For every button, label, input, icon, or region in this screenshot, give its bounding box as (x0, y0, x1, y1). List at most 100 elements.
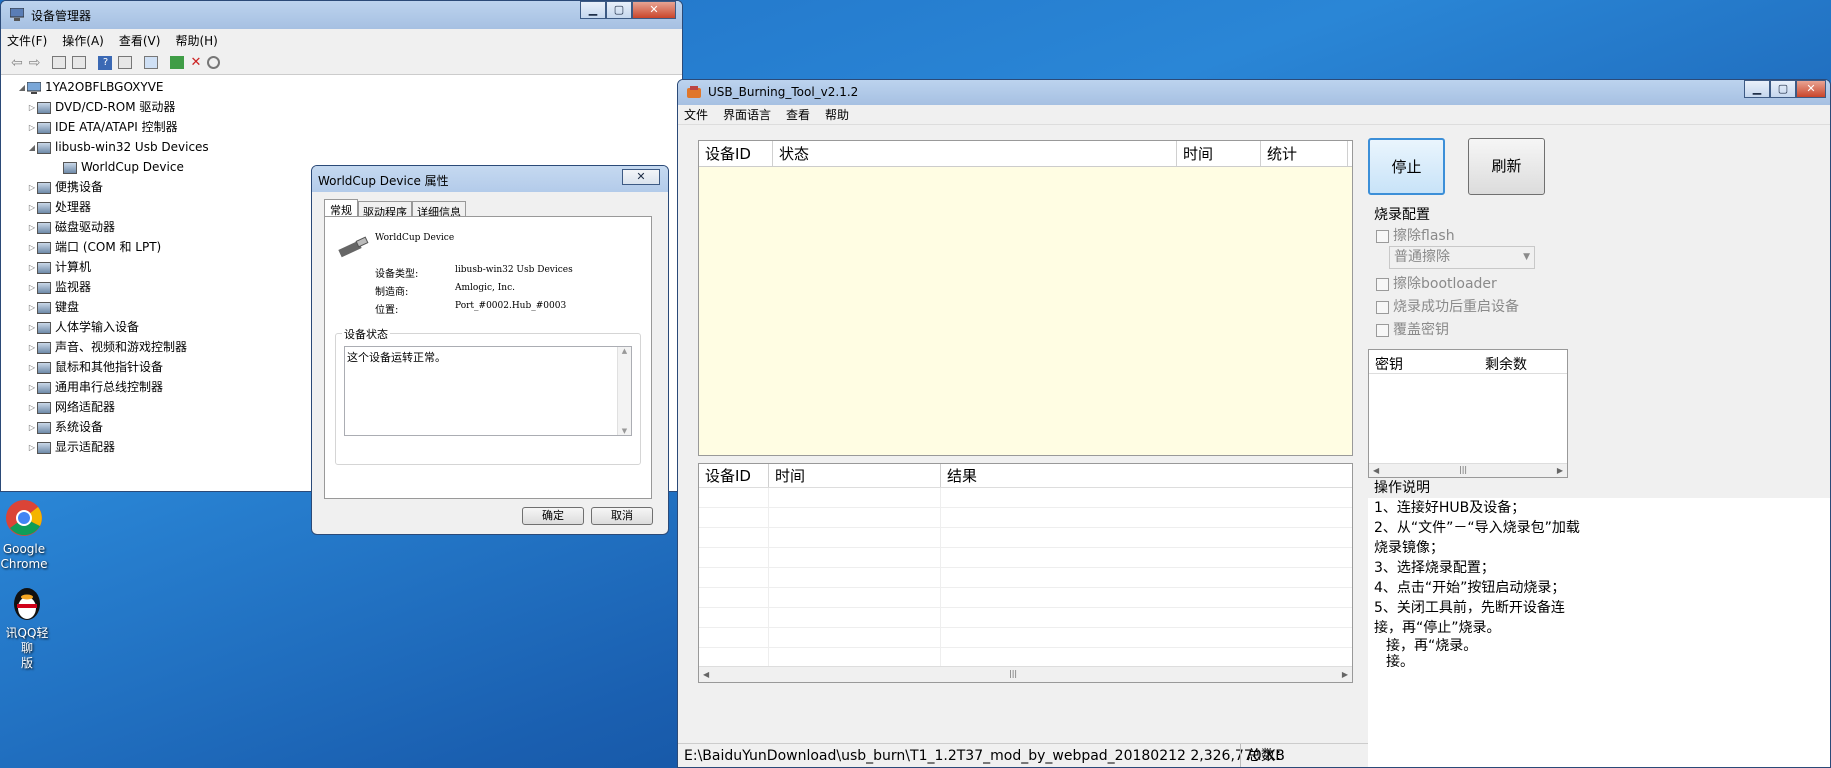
result-col-time[interactable]: 时间 (769, 464, 941, 487)
tree-node-label: 键盘 (55, 300, 80, 314)
key-col-remaining[interactable]: 剩余数 (1485, 354, 1527, 374)
close-button[interactable]: ✕ (632, 1, 676, 19)
erase-bootloader-option[interactable]: 擦除bootloader (1376, 273, 1497, 293)
expand-arrow-icon[interactable]: ▷ (27, 178, 37, 198)
update-driver-icon[interactable] (170, 56, 185, 69)
minimize-button[interactable]: ▁ (580, 1, 606, 19)
tree-node[interactable]: ◢ libusb-win32 Usb Devices (17, 137, 682, 157)
usb-plug-icon (338, 236, 369, 258)
chrome-desktop-icon[interactable]: Google Chrome (0, 498, 48, 572)
properties-close-button[interactable]: ✕ (622, 169, 660, 185)
erase-mode-select[interactable]: 普通擦除 ▼ (1389, 246, 1535, 269)
instruction-line: 烧录镜像； (1374, 540, 1444, 556)
burn-menu-view[interactable]: 查看 (786, 106, 810, 123)
key-hscrollbar[interactable]: ◀ ||| ▶ (1369, 463, 1567, 477)
col-time[interactable]: 时间 (1177, 141, 1261, 166)
expand-arrow-icon[interactable]: ▷ (27, 278, 37, 298)
expand-arrow-icon[interactable]: ▷ (27, 218, 37, 238)
keyboard-icon (37, 301, 51, 314)
collapse-arrow-icon[interactable]: ◢ (27, 138, 37, 158)
device-manager-titlebar[interactable]: 设备管理器 ▁ ▢ ✕ (1, 1, 682, 29)
menu-file[interactable]: 文件(F) (7, 32, 47, 49)
expand-arrow-icon[interactable]: ▷ (27, 258, 37, 278)
result-col-device-id[interactable]: 设备ID (699, 464, 769, 487)
tree-node-label: 声音、视频和游戏控制器 (55, 340, 188, 354)
expand-arrow-icon[interactable]: ▷ (27, 198, 37, 218)
expand-arrow-icon[interactable]: ▷ (27, 238, 37, 258)
status-scrollbar[interactable]: ▲ ▼ (617, 347, 631, 435)
burn-minimize-button[interactable]: ▁ (1744, 80, 1770, 98)
device-status-textbox[interactable]: 这个设备运转正常。 ▲ ▼ (344, 346, 632, 436)
location-value: Port_#0002.Hub_#0003 (455, 301, 567, 311)
device-status-list[interactable]: 设备ID 状态 时间 统计 (698, 140, 1353, 456)
expand-arrow-icon[interactable]: ▷ (27, 298, 37, 318)
system-icon (37, 421, 51, 434)
result-col-result[interactable]: 结果 (941, 464, 1354, 487)
list-view-icon[interactable] (72, 56, 87, 69)
help-icon[interactable]: ? (98, 55, 113, 70)
expand-arrow-icon[interactable]: ▷ (27, 118, 37, 138)
expand-arrow-icon[interactable]: ▷ (27, 398, 37, 418)
back-icon[interactable]: ⇦ (11, 55, 23, 71)
burn-titlebar[interactable]: USB_Burning_Tool_v2.1.2 ▁ ▢ ✕ (678, 80, 1830, 105)
device-list-header: 设备ID 状态 时间 统计 (699, 141, 1352, 167)
maximize-button[interactable]: ▢ (606, 1, 632, 19)
erase-flash-label: 擦除flash (1393, 228, 1455, 244)
erase-bootloader-checkbox[interactable] (1376, 277, 1389, 291)
expand-arrow-icon[interactable]: ▷ (27, 98, 37, 118)
expand-arrow-icon[interactable]: ▷ (27, 378, 37, 398)
properties-titlebar[interactable]: WorldCup Device 属性 ✕ (312, 166, 668, 192)
chrome-label-1: Google (2, 542, 46, 556)
erase-flash-checkbox[interactable] (1376, 229, 1389, 243)
expand-arrow-icon[interactable]: ▷ (27, 338, 37, 358)
result-list[interactable]: 设备ID 时间 结果 ◀ ||| ▶ (698, 463, 1353, 683)
col-device-id[interactable]: 设备ID (699, 141, 773, 166)
key-table[interactable]: 密钥 剩余数 ◀ ||| ▶ (1368, 349, 1568, 478)
menu-view[interactable]: 查看(V) (119, 32, 161, 49)
disable-device-icon[interactable] (207, 56, 221, 69)
reboot-after-option[interactable]: 烧录成功后重启设备 (1376, 296, 1519, 316)
qq-desktop-icon[interactable]: 讯QQ轻聊 版 (0, 580, 54, 671)
key-col-key[interactable]: 密钥 (1375, 354, 1403, 374)
burn-close-button[interactable]: ✕ (1796, 80, 1826, 98)
erase-mode-value: 普通擦除 (1394, 249, 1450, 265)
refresh-button[interactable]: 刷新 (1468, 138, 1545, 195)
instructions-panel: 1、连接好HUB及设备； 2、从“文件”－“导入烧录包”加载 烧录镜像； 3、选择烧录… (1368, 498, 1830, 767)
cancel-button[interactable]: 取消 (591, 507, 653, 525)
reboot-after-checkbox[interactable] (1376, 300, 1389, 314)
menu-action[interactable]: 操作(A) (62, 32, 104, 49)
overwrite-key-checkbox[interactable] (1376, 323, 1389, 337)
burn-menu-language[interactable]: 界面语言 (723, 106, 771, 123)
menu-help[interactable]: 帮助(H) (175, 32, 217, 49)
stop-button[interactable]: 停止 (1368, 138, 1445, 195)
forward-icon[interactable]: ⇨ (29, 55, 41, 71)
properties-view-icon[interactable] (52, 56, 67, 69)
details-icon[interactable] (118, 56, 133, 69)
tree-root[interactable]: ◢ 1YA2OBFLBGOXYVE (17, 77, 682, 97)
tree-node[interactable]: ▷ IDE ATA/ATAPI 控制器 (17, 117, 682, 137)
uninstall-icon[interactable]: ✕ (190, 55, 201, 70)
collapse-arrow-icon[interactable]: ◢ (17, 78, 27, 98)
col-stats[interactable]: 统计 (1261, 141, 1348, 166)
computer-icon (37, 261, 51, 274)
tree-node[interactable]: ▷ DVD/CD-ROM 驱动器 (17, 97, 682, 117)
expand-arrow-icon[interactable]: ▷ (27, 438, 37, 458)
burn-maximize-button[interactable]: ▢ (1770, 80, 1796, 98)
instructions-tail: 接，再“烧录。 接。 (1374, 638, 1830, 670)
col-status[interactable]: 状态 (773, 141, 1177, 166)
instruction-line: 2、从“文件”－“导入烧录包”加载 (1374, 520, 1580, 536)
result-hscrollbar[interactable]: ◀ ||| ▶ (699, 666, 1352, 682)
erase-flash-option[interactable]: 擦除flash (1376, 225, 1455, 245)
burn-menu-help[interactable]: 帮助 (825, 106, 849, 123)
device-status-text: 这个设备运转正常。 (347, 351, 446, 364)
expand-arrow-icon[interactable]: ▷ (27, 318, 37, 338)
expand-arrow-icon[interactable]: ▷ (27, 358, 37, 378)
scan-hardware-icon[interactable] (144, 56, 159, 69)
burn-menu-file[interactable]: 文件 (684, 106, 708, 123)
device-type-label: 设备类型: (375, 269, 419, 280)
ok-button[interactable]: 确定 (522, 507, 584, 525)
expand-arrow-icon[interactable]: ▷ (27, 418, 37, 438)
usb-icon (37, 141, 51, 154)
chrome-icon (6, 500, 42, 536)
overwrite-key-option[interactable]: 覆盖密钥 (1376, 319, 1449, 339)
